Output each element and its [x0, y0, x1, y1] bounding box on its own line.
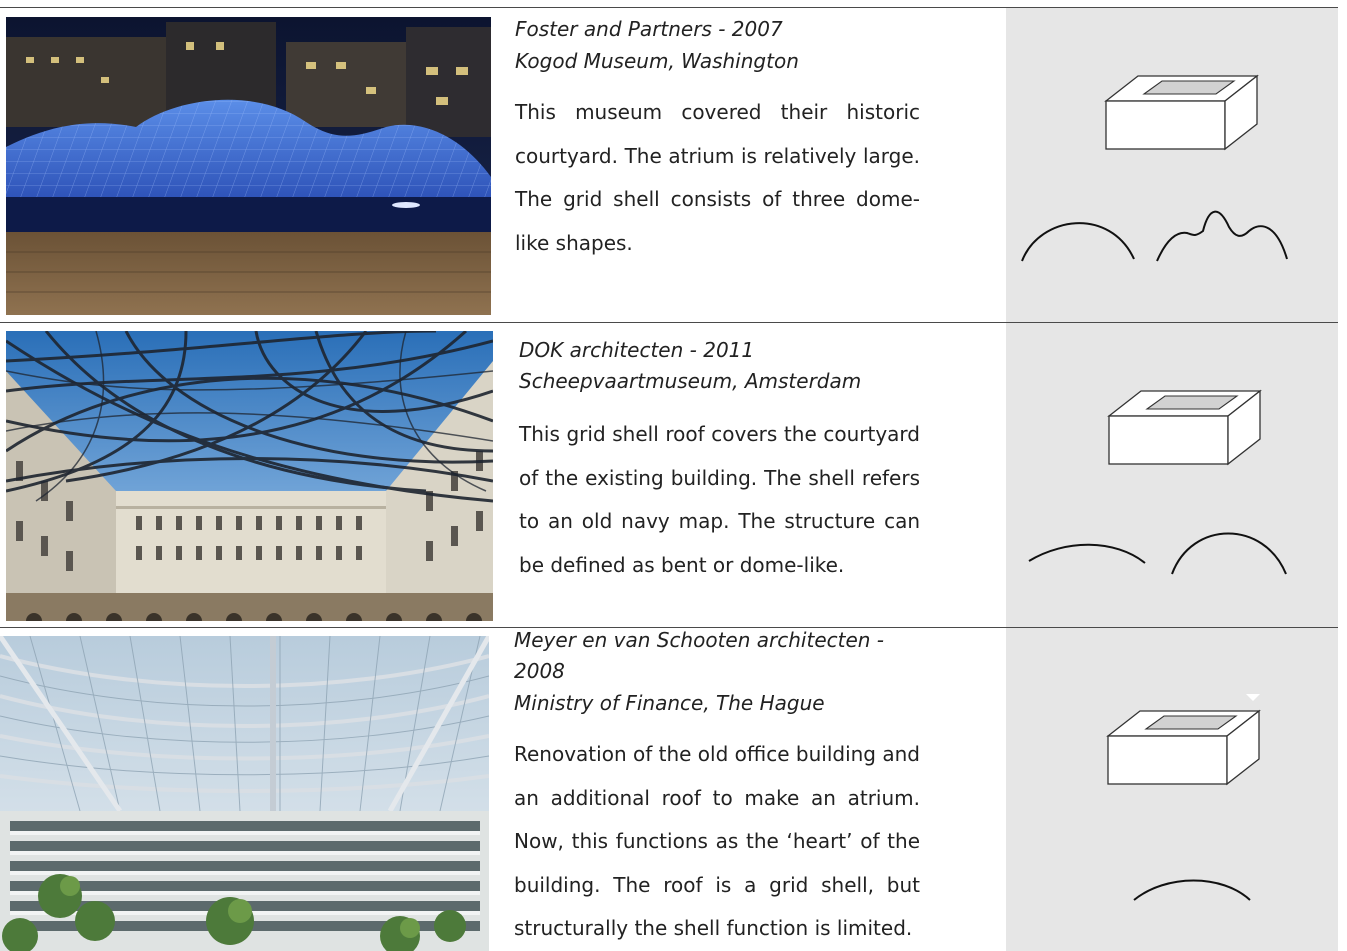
- courtyard-box-icon: [1103, 383, 1273, 477]
- entry-architect: DOK architecten - 2011: [519, 338, 755, 362]
- entry-year: 2008: [514, 659, 565, 683]
- entry-project: Ministry of Finance, The Hague: [514, 691, 825, 715]
- single-arch-icon: [1018, 213, 1140, 269]
- courtyard-box-icon: [1100, 68, 1270, 162]
- ministry-of-finance-photo: [0, 636, 489, 951]
- entry-architect: Meyer en van Schooten architecten -: [514, 628, 885, 652]
- triple-dome-icon: [1153, 203, 1293, 269]
- shallow-arc-icon: [1025, 537, 1149, 571]
- kogod-museum-photo: [6, 17, 491, 315]
- entry-project: Scheepvaartmuseum, Amsterdam: [519, 369, 862, 393]
- entry-description: This museum covered their historic court…: [515, 100, 920, 255]
- shallow-arc-icon: [1130, 874, 1254, 908]
- entry-description: This grid shell roof covers the courtyar…: [519, 422, 920, 577]
- entry-project: Kogod Museum, Washington: [515, 49, 799, 73]
- courtyard-box-icon: [1102, 703, 1272, 797]
- entry-architect: Foster and Partners - 2007: [515, 17, 783, 41]
- dome-arc-icon: [1168, 526, 1292, 582]
- scheepvaartmuseum-photo: [6, 331, 493, 621]
- diagram-panel: [1006, 8, 1338, 322]
- entry-description: Renovation of the old office building an…: [514, 742, 920, 940]
